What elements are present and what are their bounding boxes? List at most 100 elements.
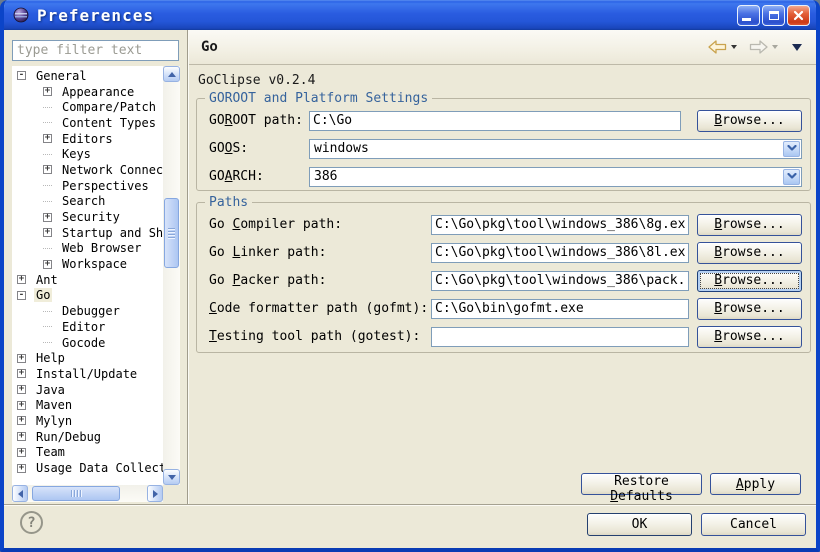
- restore-defaults-button[interactable]: Restore Defaults: [581, 473, 702, 495]
- group-title: GOROOT and Platform Settings: [205, 91, 432, 106]
- tree-item-label: Content Types: [60, 116, 158, 130]
- tree-item-debugger[interactable]: Debugger: [12, 303, 163, 319]
- tree-item-help[interactable]: +Help: [12, 350, 163, 366]
- tree-item-mylyn[interactable]: +Mylyn: [12, 413, 163, 429]
- tree-item-keys[interactable]: Keys: [12, 146, 163, 162]
- expand-toggle-icon[interactable]: +: [17, 369, 26, 378]
- tree-item-content-types[interactable]: Content Types: [12, 115, 163, 131]
- close-button[interactable]: [787, 5, 810, 26]
- expand-toggle-icon[interactable]: +: [17, 275, 26, 284]
- scroll-right-icon[interactable]: [147, 485, 163, 502]
- maximize-button[interactable]: [762, 5, 785, 26]
- expand-toggle-icon[interactable]: +: [17, 432, 26, 441]
- maximize-icon: [769, 11, 779, 20]
- horizontal-scroll-thumb[interactable]: [32, 486, 120, 501]
- tree-item-editors[interactable]: + Editors: [12, 131, 163, 147]
- tree-item-workspace[interactable]: +Workspace: [12, 256, 163, 272]
- forward-icon[interactable]: [749, 40, 768, 54]
- tree-vertical-scrollbar[interactable]: [163, 66, 180, 485]
- goroot-path-input[interactable]: [309, 111, 681, 131]
- testing-tool-path-input[interactable]: [431, 327, 689, 347]
- testing-tool-path-label: Testing tool path (gotest):: [209, 329, 431, 344]
- expand-toggle-icon[interactable]: +: [17, 464, 26, 473]
- back-icon[interactable]: [708, 40, 727, 54]
- tree-item-usage-data-collector[interactable]: +Usage Data Collector: [12, 460, 163, 476]
- scroll-left-icon[interactable]: [12, 485, 28, 502]
- help-button[interactable]: ?: [20, 511, 43, 534]
- go-packer-path-input[interactable]: [431, 271, 689, 291]
- chevron-down-icon[interactable]: [783, 141, 800, 157]
- collapse-toggle-icon[interactable]: -: [17, 291, 26, 300]
- tree-item-appearance[interactable]: + Appearance: [12, 84, 163, 100]
- expand-toggle-icon[interactable]: +: [43, 165, 52, 174]
- cancel-button[interactable]: Cancel: [701, 513, 806, 536]
- expand-toggle-icon[interactable]: +: [17, 354, 26, 363]
- tree-item-team[interactable]: + Team: [12, 445, 163, 461]
- view-menu-icon[interactable]: [792, 44, 802, 56]
- tree-item-run-debug[interactable]: +Run/Debug: [12, 429, 163, 445]
- go-linker-path-input[interactable]: [431, 243, 689, 263]
- tree-item-maven[interactable]: +Maven: [12, 397, 163, 413]
- tree-connector: [43, 248, 52, 249]
- tree-item-ant[interactable]: +Ant: [12, 272, 163, 288]
- tree-item-editor[interactable]: Editor: [12, 319, 163, 335]
- tree-item-label: General: [34, 69, 89, 83]
- tree-connector: [43, 185, 52, 186]
- go-compiler-path-browse-button[interactable]: Browse...: [697, 214, 802, 236]
- titlebar[interactable]: Preferences: [0, 0, 820, 30]
- code-formatter-path-input[interactable]: [431, 299, 689, 319]
- tree-item-install-update[interactable]: + Install/Update: [12, 366, 163, 382]
- chevron-down-icon[interactable]: [783, 169, 800, 185]
- filter-input[interactable]: [12, 40, 179, 61]
- tree-item-java[interactable]: +Java: [12, 382, 163, 398]
- expand-toggle-icon[interactable]: +: [43, 228, 52, 237]
- forward-history-dropdown-icon[interactable]: [772, 45, 778, 52]
- tree-item-general[interactable]: -General: [12, 68, 163, 84]
- collapse-toggle-icon[interactable]: -: [17, 71, 26, 80]
- tree-item-label: Debugger: [60, 304, 122, 318]
- tree-item-label: Editors: [60, 132, 115, 146]
- scroll-up-icon[interactable]: [163, 66, 180, 82]
- tree-item-security[interactable]: +Security: [12, 209, 163, 225]
- expand-toggle-icon[interactable]: +: [17, 416, 26, 425]
- expand-toggle-icon[interactable]: +: [43, 260, 52, 269]
- go-compiler-path-input[interactable]: [431, 215, 689, 235]
- expand-toggle-icon[interactable]: +: [17, 448, 26, 457]
- tree-item-label: Team: [34, 445, 67, 459]
- tree-item-network-connections[interactable]: +Network Connections: [12, 162, 163, 178]
- tree-item-compare-patch[interactable]: Compare/Patch: [12, 99, 163, 115]
- tree-item-go[interactable]: -Go: [12, 288, 163, 304]
- ok-button[interactable]: OK: [587, 513, 692, 536]
- tree-connector: [43, 311, 52, 312]
- go-packer-path-browse-button[interactable]: Browse...: [697, 270, 802, 292]
- vertical-scroll-thumb[interactable]: [164, 198, 179, 268]
- minimize-button[interactable]: [737, 5, 760, 26]
- scroll-down-icon[interactable]: [163, 469, 180, 485]
- tree-item-web-browser[interactable]: Web Browser: [12, 241, 163, 257]
- back-history-dropdown-icon[interactable]: [731, 45, 737, 52]
- expand-toggle-icon[interactable]: +: [17, 401, 26, 410]
- goroot-path-browse-button[interactable]: Browse...: [697, 110, 802, 132]
- tree-item-search[interactable]: Search: [12, 194, 163, 210]
- apply-button[interactable]: Apply: [710, 473, 801, 495]
- testing-tool-path-browse-button[interactable]: Browse...: [697, 326, 802, 348]
- tree-item-startup-and-shutdown[interactable]: +Startup and Shutdown: [12, 225, 163, 241]
- tree-item-label: Compare/Patch: [60, 100, 158, 114]
- tree-item-label: Appearance: [60, 85, 136, 99]
- go-linker-path-browse-button[interactable]: Browse...: [697, 242, 802, 264]
- expand-toggle-icon[interactable]: +: [17, 385, 26, 394]
- close-icon: [793, 10, 804, 21]
- tree-connector: [43, 342, 52, 343]
- goos-label: GOOS:: [209, 141, 309, 156]
- expand-toggle-icon[interactable]: +: [43, 87, 52, 96]
- expand-toggle-icon[interactable]: +: [43, 134, 52, 143]
- go-compiler-path-label: Go Compiler path:: [209, 217, 431, 232]
- goos-combo[interactable]: windows: [309, 139, 802, 159]
- goarch-combo[interactable]: 386: [309, 167, 802, 187]
- expand-toggle-icon[interactable]: +: [43, 213, 52, 222]
- code-formatter-path-browse-button[interactable]: Browse...: [697, 298, 802, 320]
- tree-item-label: Install/Update: [34, 367, 139, 381]
- tree-item-perspectives[interactable]: Perspectives: [12, 178, 163, 194]
- tree-horizontal-scrollbar[interactable]: [12, 485, 163, 502]
- tree-item-gocode[interactable]: Gocode: [12, 335, 163, 351]
